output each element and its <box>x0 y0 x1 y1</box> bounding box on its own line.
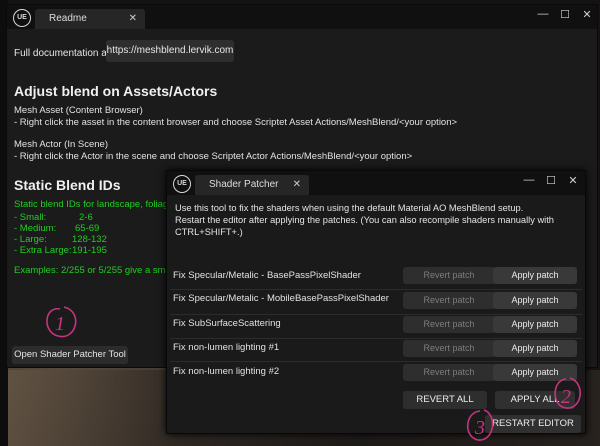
range-value-extra-large: 191-195 <box>72 245 107 256</box>
range-label-medium: - Medium: <box>14 223 57 234</box>
range-label-large: - Large: <box>14 234 47 245</box>
range-value-small: 2-6 <box>79 212 93 223</box>
apply-patch-button[interactable]: Apply patch <box>493 292 577 309</box>
shader-patcher-titlebar[interactable]: UE Shader Patcher ✕ — ☐ ✕ <box>167 171 585 195</box>
mesh-actor-title: Mesh Actor (In Scene) <box>14 139 108 150</box>
tab-readme[interactable]: Readme ✕ <box>35 9 145 29</box>
close-icon[interactable]: ✕ <box>577 8 597 21</box>
range-value-large: 128-132 <box>72 234 107 245</box>
unreal-logo-icon: UE <box>13 9 31 27</box>
static-blend-examples: Examples: 2/255 or 5/255 give a small b <box>14 265 183 276</box>
revert-all-button[interactable]: REVERT ALL <box>403 391 487 409</box>
range-label-extra-large: - Extra Large: <box>14 245 72 256</box>
apply-patch-button[interactable]: Apply patch <box>493 364 577 381</box>
apply-patch-button[interactable]: Apply patch <box>493 267 577 284</box>
tab-readme-label: Readme <box>49 13 87 24</box>
patch-name: Fix Specular/Metalic - BasePassPixelShad… <box>173 270 361 281</box>
row-divider <box>170 314 582 315</box>
section-static-title: Static Blend IDs <box>14 177 121 193</box>
revert-patch-button[interactable]: Revert patch <box>403 364 495 381</box>
restart-editor-button[interactable]: RESTART EDITOR <box>485 415 581 433</box>
revert-patch-button[interactable]: Revert patch <box>403 292 495 309</box>
patch-name: Fix non-lumen lighting #2 <box>173 366 280 377</box>
apply-patch-button[interactable]: Apply patch <box>493 316 577 333</box>
revert-patch-button[interactable]: Revert patch <box>403 340 495 357</box>
range-label-small: - Small: <box>14 212 47 223</box>
patch-name: Fix non-lumen lighting #1 <box>173 342 280 353</box>
apply-all-button[interactable]: APPLY ALL <box>495 391 575 409</box>
mesh-actor-instructions: - Right click the Actor in the scene and… <box>14 151 413 162</box>
documentation-link-button[interactable]: https://meshblend.lervik.com <box>106 40 234 62</box>
shader-patcher-window: UE Shader Patcher ✕ — ☐ ✕ Use this tool … <box>166 170 586 434</box>
patch-name: Fix Specular/Metalic - MobileBasePassPix… <box>173 293 389 304</box>
shader-patcher-content: Use this tool to fix the shaders when us… <box>167 195 585 433</box>
row-divider <box>170 361 582 362</box>
section-assets-title: Adjust blend on Assets/Actors <box>14 83 218 99</box>
apply-patch-button[interactable]: Apply patch <box>493 340 577 357</box>
minimize-icon[interactable]: — <box>519 174 539 186</box>
description-line-1: Use this tool to fix the shaders when us… <box>175 203 524 213</box>
row-divider <box>170 289 582 290</box>
tab-close-icon[interactable]: ✕ <box>293 175 301 195</box>
documentation-label: Full documentation at <box>14 48 110 59</box>
tab-shader-patcher-label: Shader Patcher <box>209 179 279 190</box>
tab-close-icon[interactable]: ✕ <box>129 9 137 29</box>
range-value-medium: 65-69 <box>75 223 100 234</box>
open-shader-patcher-button[interactable]: Open Shader Patcher Tool <box>12 346 128 364</box>
minimize-icon[interactable]: — <box>533 8 553 20</box>
static-blend-intro: Static blend IDs for landscape, foliage … <box>14 199 183 210</box>
readme-titlebar[interactable]: UE Readme ✕ — ☐ ✕ <box>7 5 597 29</box>
mesh-asset-instructions: - Right click the asset in the content b… <box>14 117 458 128</box>
maximize-icon[interactable]: ☐ <box>555 8 575 21</box>
mesh-asset-title: Mesh Asset (Content Browser) <box>14 105 143 116</box>
unreal-logo-icon: UE <box>173 175 191 193</box>
description-line-3: CTRL+SHIFT+.) <box>175 227 243 237</box>
close-icon[interactable]: ✕ <box>563 174 583 187</box>
revert-patch-button[interactable]: Revert patch <box>403 267 495 284</box>
patch-name: Fix SubSurfaceScattering <box>173 318 281 329</box>
maximize-icon[interactable]: ☐ <box>541 174 561 187</box>
description-line-2: Restart the editor after applying the pa… <box>175 215 554 225</box>
tab-shader-patcher[interactable]: Shader Patcher ✕ <box>195 175 309 195</box>
revert-patch-button[interactable]: Revert patch <box>403 316 495 333</box>
row-divider <box>170 338 582 339</box>
